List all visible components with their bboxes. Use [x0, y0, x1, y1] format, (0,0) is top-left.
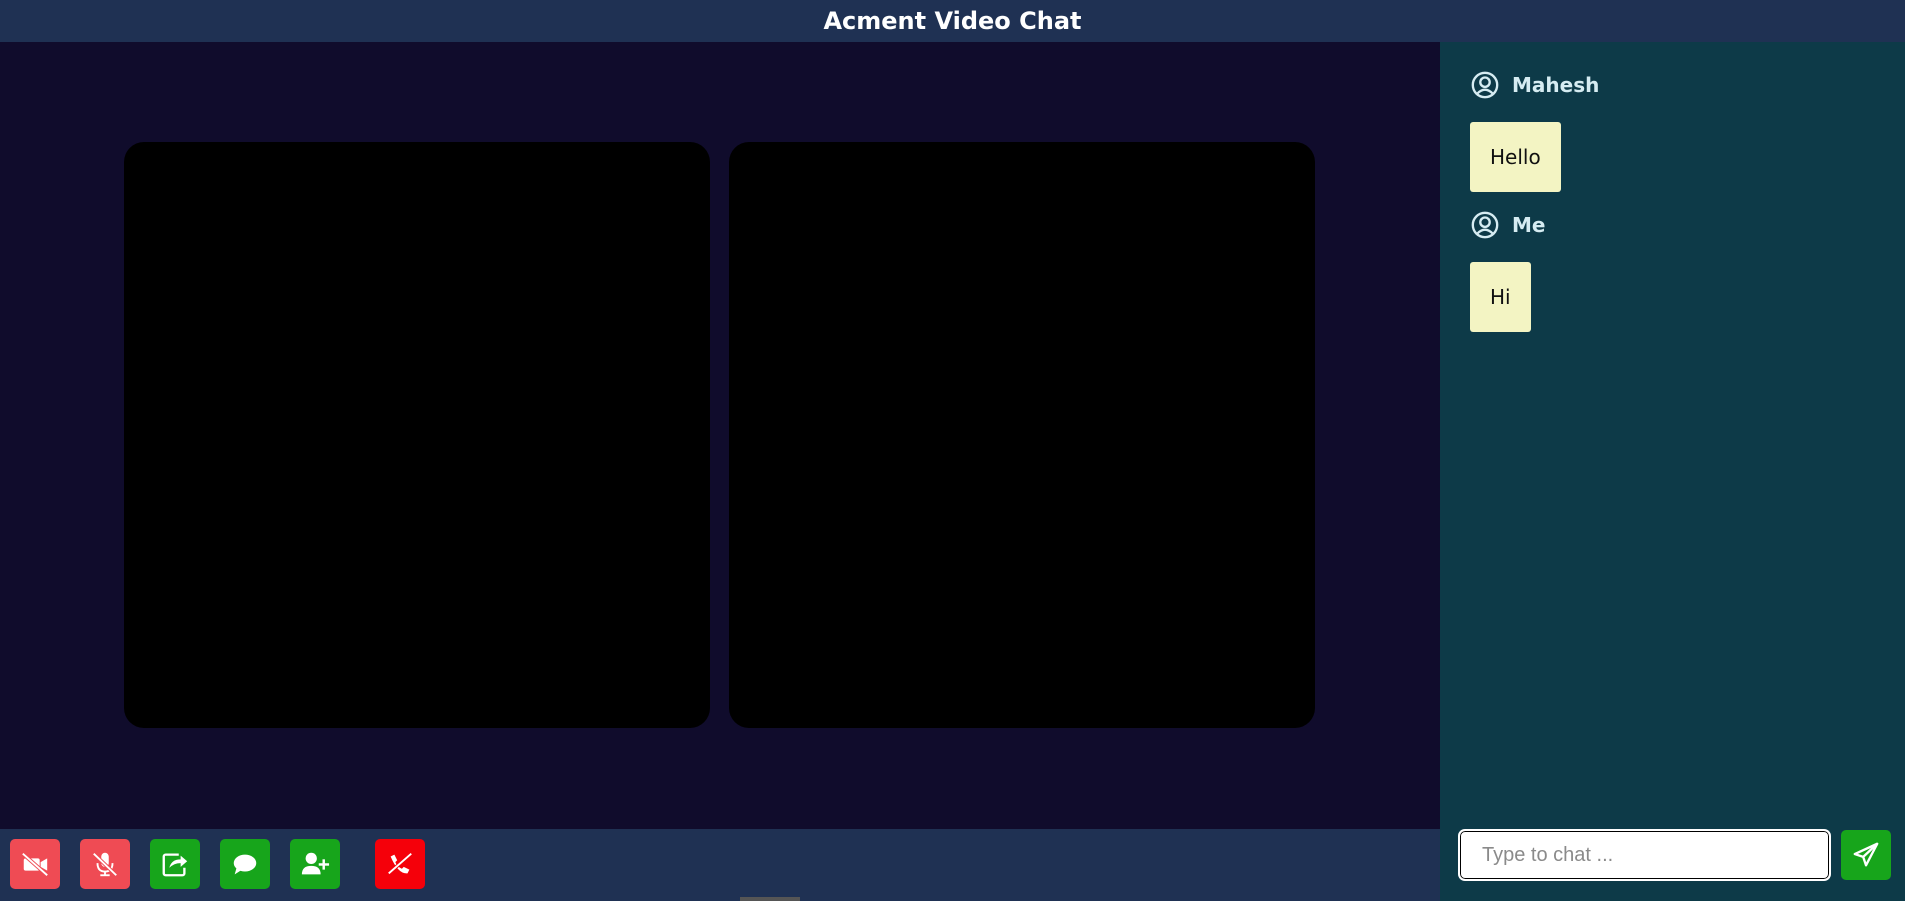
user-circle-icon [1471, 71, 1499, 99]
user-plus-icon [301, 852, 330, 875]
user-circle-icon [1471, 211, 1499, 239]
share-screen-button[interactable] [150, 839, 200, 889]
message-bubble: Hi [1470, 262, 1531, 332]
paper-plane-icon [1853, 842, 1879, 867]
chat-toggle-button[interactable] [220, 839, 270, 889]
message-bubble: Hello [1470, 122, 1561, 192]
send-button[interactable] [1841, 830, 1891, 880]
microphone-slash-icon [92, 852, 118, 877]
chat-input-container [1458, 829, 1831, 881]
local-video [729, 142, 1315, 728]
remote-video [124, 142, 710, 728]
app-header: Acment Video Chat [0, 0, 1905, 42]
phone-slash-icon [387, 852, 413, 875]
message-sender: Mahesh [1470, 70, 1599, 100]
scroll-indicator [740, 897, 800, 901]
sender-name: Mahesh [1512, 73, 1600, 97]
message-sender: Me [1470, 210, 1545, 240]
sender-name: Me [1512, 213, 1546, 237]
video-slash-icon [21, 852, 49, 877]
end-call-button[interactable] [375, 839, 425, 889]
chat-input[interactable] [1482, 831, 1829, 879]
video-area [0, 42, 1440, 829]
page-title: Acment Video Chat [823, 7, 1082, 35]
chat-panel: Mahesh Hello Me Hi [1440, 42, 1905, 901]
share-square-icon [162, 853, 188, 877]
mic-off-button[interactable] [80, 839, 130, 889]
add-user-button[interactable] [290, 839, 340, 889]
call-controls-bar [0, 829, 1440, 901]
camera-off-button[interactable] [10, 839, 60, 889]
comment-icon [233, 854, 257, 875]
